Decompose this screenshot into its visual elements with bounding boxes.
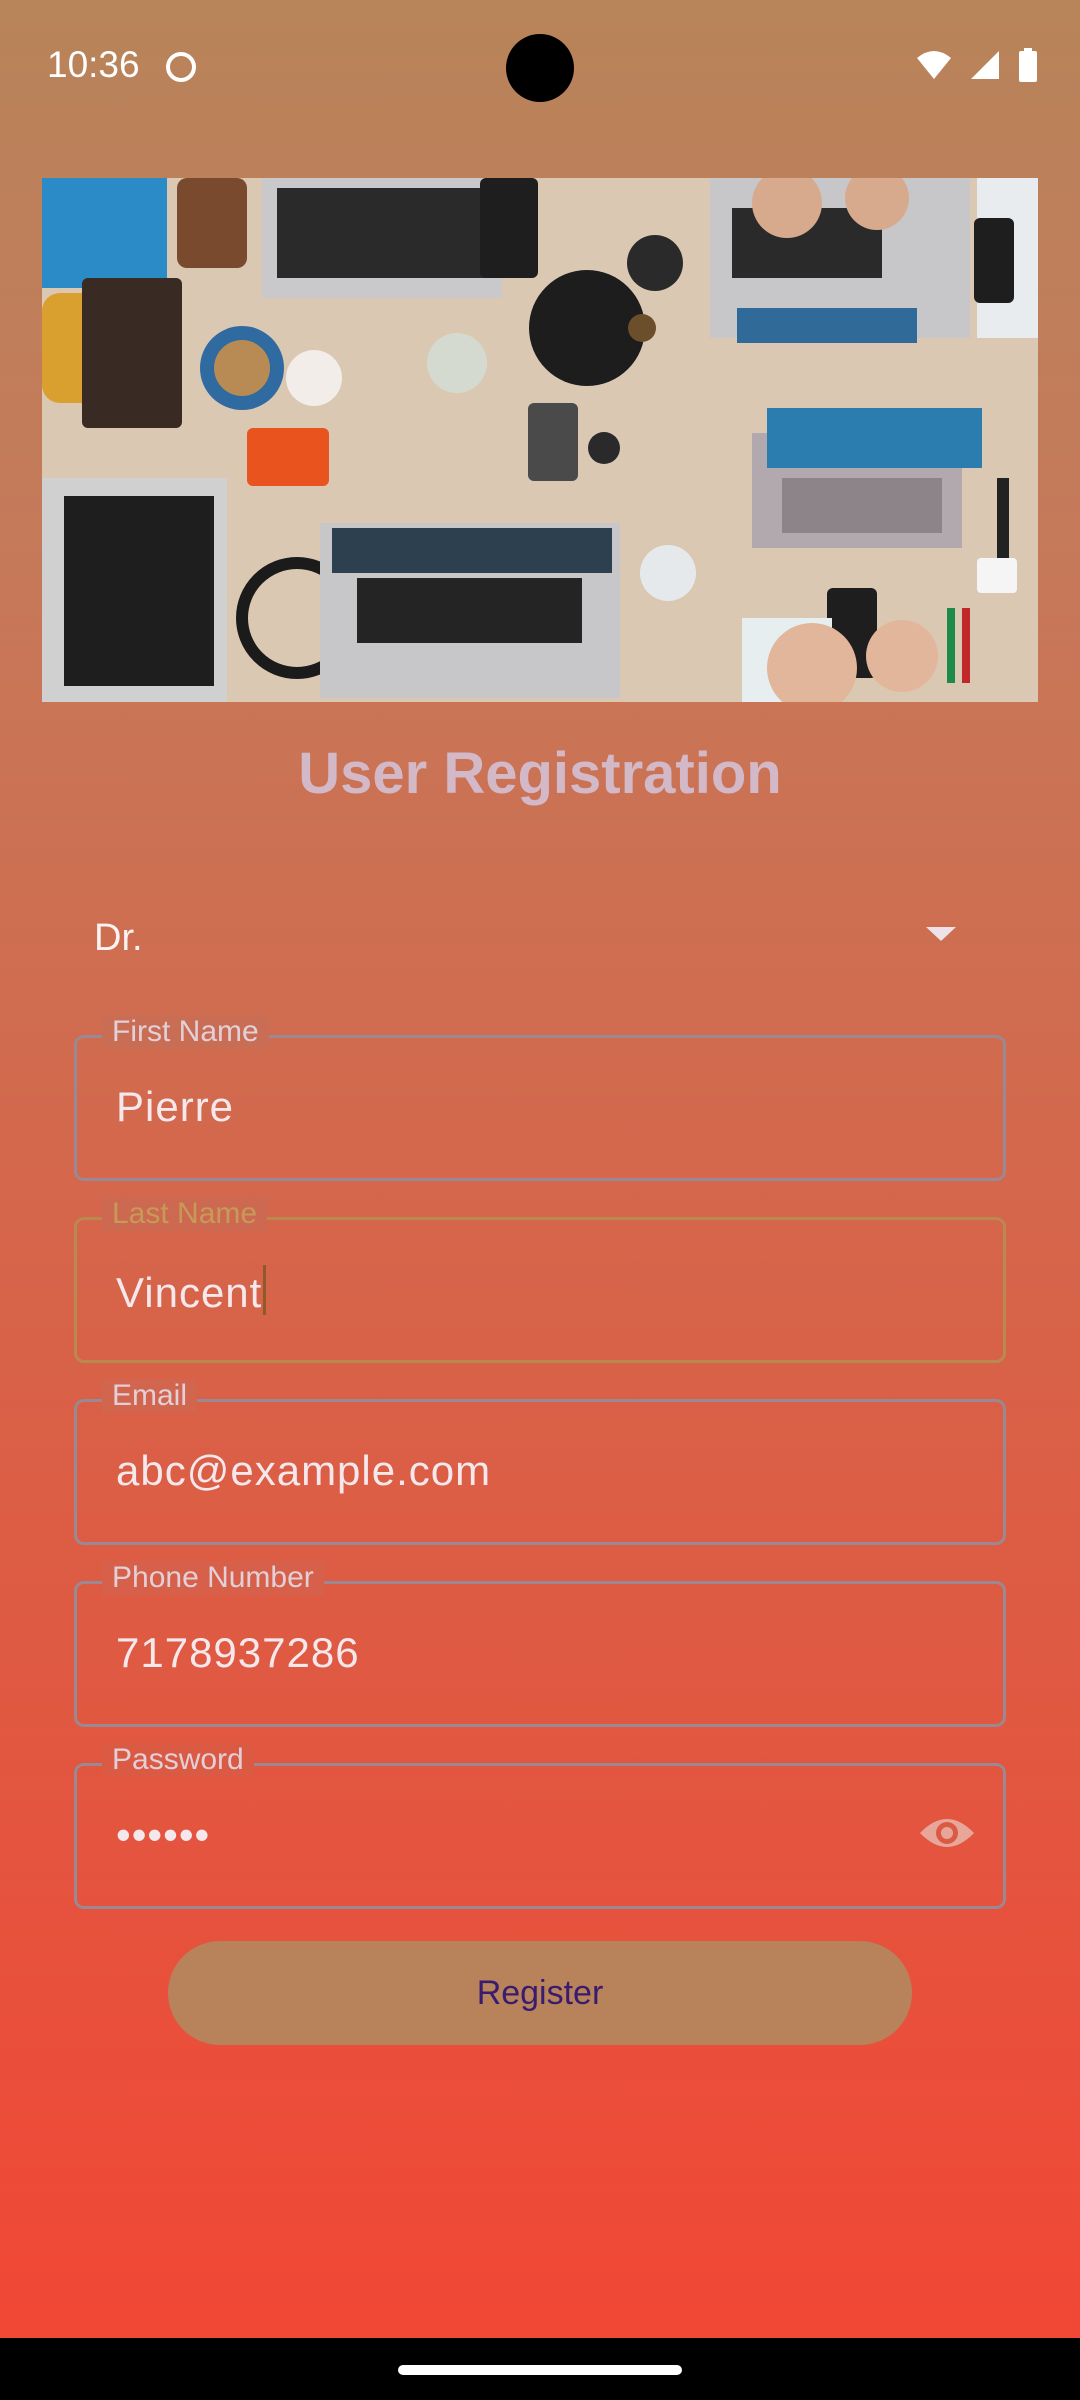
title-dropdown-value: Dr. <box>94 917 143 959</box>
phone-number-label: Phone Number <box>102 1561 324 1595</box>
text-caret <box>263 1265 267 1315</box>
phone-number-value: 7178937286 <box>116 1629 360 1676</box>
phone-number-field[interactable]: Phone Number 7178937286 <box>74 1561 1006 1727</box>
first-name-label: First Name <box>102 1015 269 1049</box>
home-handle[interactable] <box>398 2365 682 2375</box>
system-icons <box>916 48 1038 82</box>
first-name-field[interactable]: First Name Pierre <box>74 1015 1006 1181</box>
register-button[interactable]: Register <box>168 1941 912 2045</box>
camera-cutout <box>506 34 574 102</box>
password-label: Password <box>102 1743 254 1777</box>
hero-image <box>42 178 1038 702</box>
page-title: User Registration <box>298 741 782 806</box>
last-name-field[interactable]: Last Name Vincent <box>74 1197 1006 1363</box>
first-name-value: Pierre <box>116 1083 235 1130</box>
eye-icon[interactable] <box>918 1813 976 1853</box>
navigation-bar <box>0 2338 1080 2400</box>
password-field[interactable]: Password •••••• <box>74 1743 1006 1909</box>
status-bar: 10:36 <box>0 0 1080 135</box>
password-value: •••••• <box>116 1811 211 1858</box>
email-field[interactable]: Email abc@example.com <box>74 1379 1006 1545</box>
cellular-signal-icon <box>971 51 999 79</box>
app-notification-icon <box>166 52 196 82</box>
last-name-value-wrap: Vincent <box>116 1265 267 1317</box>
status-time: 10:36 <box>47 44 140 85</box>
battery-icon <box>1019 48 1037 82</box>
last-name-value: Vincent <box>116 1269 263 1316</box>
wifi-icon <box>917 51 951 79</box>
title-dropdown[interactable]: Dr. <box>74 895 974 985</box>
email-label: Email <box>102 1379 198 1413</box>
dropdown-arrow-icon <box>926 927 956 941</box>
last-name-label: Last Name <box>102 1197 268 1231</box>
email-value: abc@example.com <box>116 1447 492 1494</box>
